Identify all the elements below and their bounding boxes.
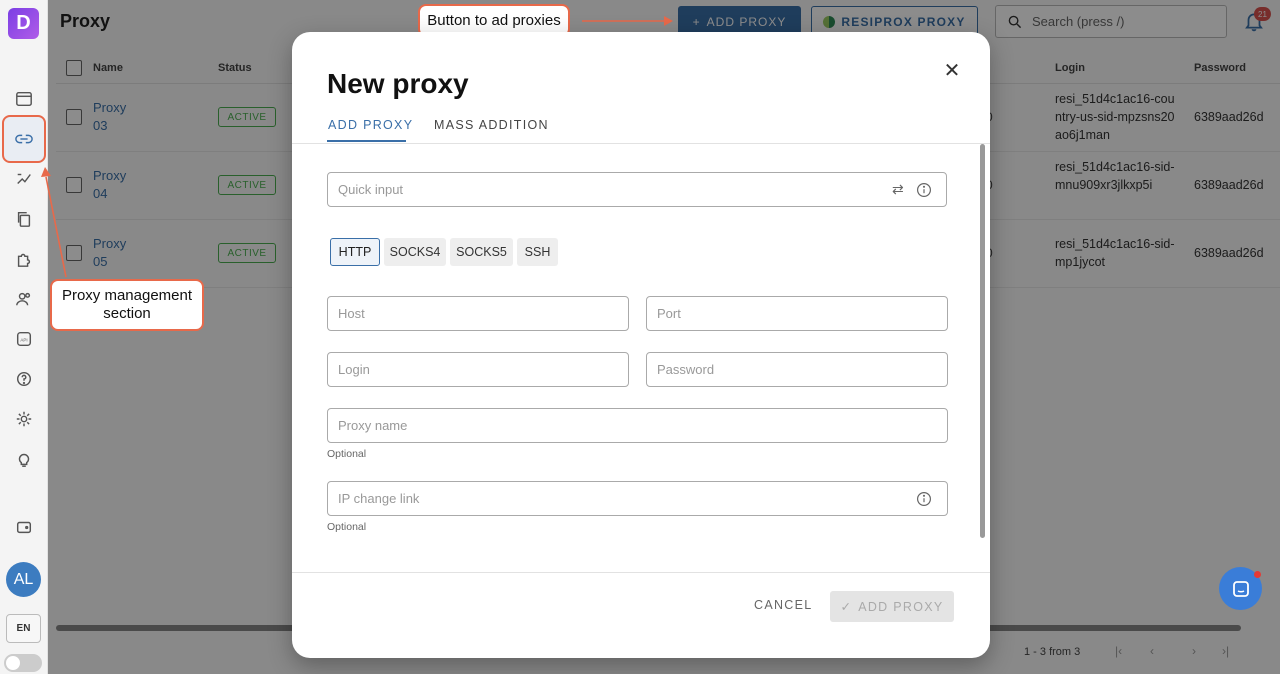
password-placeholder: Password	[657, 362, 715, 377]
port-field[interactable]: Port	[646, 296, 948, 331]
dialog-scrollbar[interactable]	[980, 144, 985, 538]
sidebar: D API AL EN	[0, 0, 48, 674]
info-icon[interactable]	[916, 182, 932, 198]
ip-change-link-field[interactable]: IP change link	[327, 481, 948, 516]
ip-change-helper: Optional	[327, 521, 367, 533]
extensions-icon[interactable]	[12, 247, 36, 271]
dialog-footer-divider	[292, 572, 990, 573]
annotation-line2: section	[103, 305, 151, 322]
settings-icon[interactable]	[12, 407, 36, 431]
tab-add-proxy[interactable]: ADD PROXY	[328, 118, 413, 132]
annotation-line1: Proxy management	[61, 287, 193, 304]
protocol-socks4[interactable]: SOCKS4	[384, 238, 446, 266]
new-proxy-dialog: New proxy ✕ ADD PROXY MASS ADDITION Quic…	[292, 32, 990, 658]
language-switch[interactable]: EN	[6, 614, 41, 643]
browser-profiles-icon[interactable]	[12, 87, 36, 111]
tab-divider	[292, 143, 990, 144]
password-field[interactable]: Password	[646, 352, 948, 387]
annotation-arrow-right	[582, 16, 673, 26]
submit-label: ADD PROXY	[858, 599, 944, 614]
chat-icon	[1232, 580, 1249, 597]
close-icon[interactable]: ✕	[942, 60, 962, 82]
annotation-proxy-section-note: Proxy management section	[50, 279, 204, 331]
login-field[interactable]: Login	[327, 352, 629, 387]
svg-text:API: API	[20, 338, 27, 343]
help-icon[interactable]	[12, 367, 36, 391]
proxy-name-helper: Optional	[327, 448, 367, 460]
api-icon[interactable]: API	[12, 327, 36, 351]
automation-icon[interactable]	[12, 167, 36, 191]
copy-icon[interactable]	[12, 207, 36, 231]
info-icon[interactable]	[916, 491, 932, 507]
protocol-socks5[interactable]: SOCKS5	[450, 238, 513, 266]
ip-change-placeholder: IP change link	[338, 491, 420, 506]
check-icon: ✓	[840, 600, 853, 614]
quick-input-field[interactable]: Quick input ⇄	[327, 172, 947, 207]
cancel-button[interactable]: CANCEL	[754, 598, 813, 612]
swap-icon[interactable]: ⇄	[892, 181, 904, 198]
host-placeholder: Host	[338, 306, 365, 321]
proxy-name-placeholder: Proxy name	[338, 418, 408, 433]
user-avatar[interactable]: AL	[6, 562, 41, 597]
login-placeholder: Login	[338, 362, 370, 377]
port-placeholder: Port	[657, 306, 681, 321]
protocol-http[interactable]: HTTP	[330, 238, 380, 266]
proxy-name-field[interactable]: Proxy name	[327, 408, 948, 443]
submit-add-proxy-button[interactable]: ✓ ADD PROXY	[830, 591, 954, 622]
protocol-ssh[interactable]: SSH	[517, 238, 558, 266]
team-icon[interactable]	[12, 287, 36, 311]
lightbulb-icon[interactable]	[12, 447, 36, 471]
chat-unread-dot	[1254, 571, 1261, 578]
dialog-title: New proxy	[327, 68, 469, 99]
proxy-link-icon[interactable]	[12, 127, 36, 151]
quick-input-placeholder: Quick input	[338, 182, 404, 197]
tab-mass-addition[interactable]: MASS ADDITION	[434, 118, 549, 132]
app-logo[interactable]: D	[8, 8, 39, 39]
theme-toggle[interactable]	[4, 654, 42, 672]
host-field[interactable]: Host	[327, 296, 629, 331]
active-tab-indicator	[327, 140, 406, 142]
wallet-icon[interactable]	[12, 515, 36, 539]
annotation-arrow-up	[41, 167, 67, 278]
